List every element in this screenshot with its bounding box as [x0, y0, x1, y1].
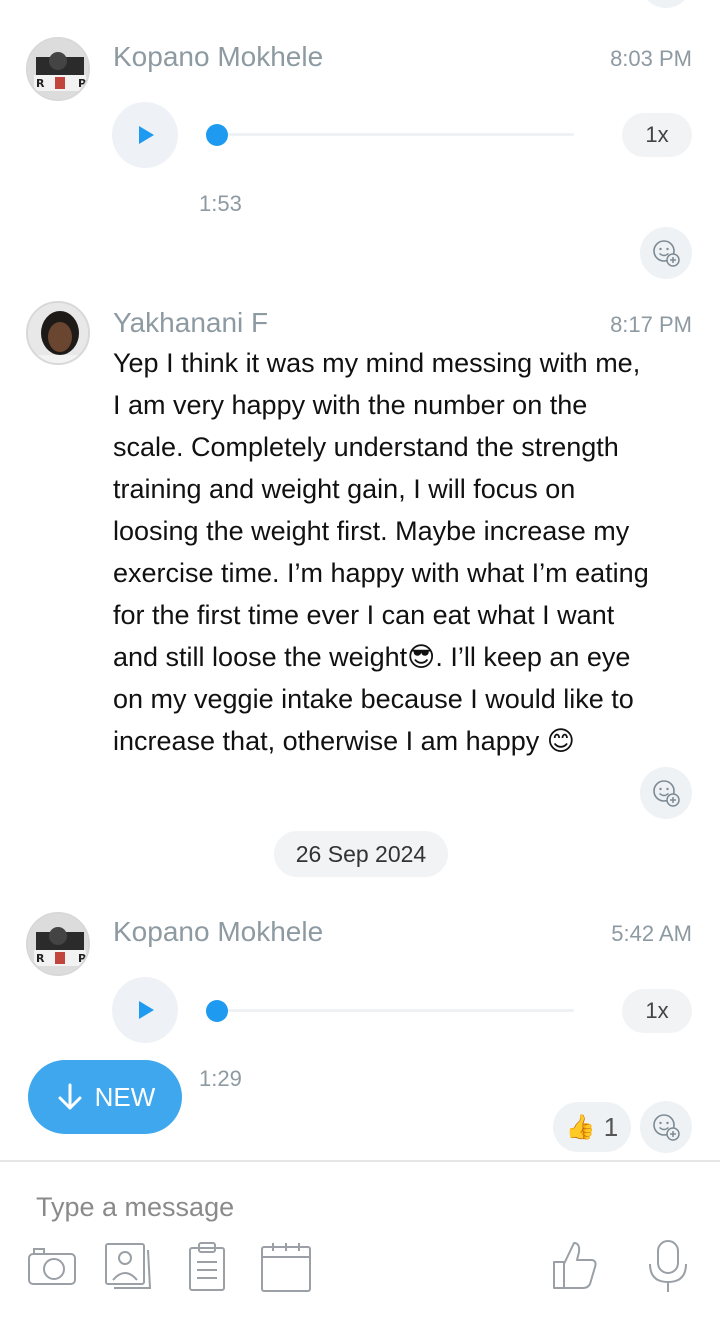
add-reaction-button[interactable] [640, 227, 692, 279]
message-text[interactable]: Yep I think it was my mind messing with … [113, 342, 678, 762]
message-line: and still loose the weight😎. I’ll keep a… [113, 642, 631, 672]
playback-speed-button[interactable]: 1x [622, 989, 692, 1033]
message-line: Yep I think it was my mind messing with … [113, 348, 641, 378]
avatar-yakhanani[interactable] [26, 301, 90, 365]
message-line: exercise time. I’m happy with what I’m e… [113, 558, 649, 588]
message-line: loosing the weight first. Maybe increase… [113, 516, 630, 546]
audio-duration: 1:29 [199, 1066, 242, 1091]
add-emoji-icon [653, 240, 680, 267]
message-line: I am very happy with the number on the [113, 390, 588, 420]
gallery-icon[interactable] [102, 1240, 154, 1292]
new-button-label: NEW [94, 1081, 156, 1112]
avatar-kopano[interactable]: R P [26, 37, 90, 101]
audio-progress-knob[interactable] [206, 1000, 228, 1022]
arrow-down-icon [58, 1083, 82, 1110]
audio-duration: 1:53 [199, 191, 242, 216]
reaction-count: 1 [603, 1111, 619, 1142]
document-icon[interactable] [182, 1240, 234, 1292]
camera-icon[interactable] [26, 1240, 78, 1292]
sender-name: Kopano Mokhele [113, 41, 324, 72]
thumbs-up-icon[interactable] [548, 1238, 600, 1290]
thumbs-up-reaction-icon: 👍 [565, 1113, 596, 1141]
play-button[interactable] [112, 102, 178, 168]
sender-name: Kopano Mokhele [113, 916, 324, 947]
audio-progress-knob[interactable] [206, 124, 228, 146]
avatar-kopano[interactable]: R P [26, 912, 90, 976]
audio-progress-track[interactable] [210, 133, 574, 136]
add-reaction-button[interactable] [640, 767, 692, 819]
composer-divider [0, 1160, 720, 1162]
message-time: 8:17 PM [610, 312, 692, 337]
message-line: on my veggie intake because I would like… [113, 684, 634, 714]
audio-progress-track[interactable] [210, 1009, 574, 1012]
play-button[interactable] [112, 977, 178, 1043]
svg-text:R: R [36, 952, 45, 965]
play-icon [139, 126, 154, 144]
reaction-pill[interactable]: 👍 1 [553, 1102, 631, 1152]
microphone-icon[interactable] [644, 1238, 696, 1292]
svg-text:R: R [36, 77, 45, 90]
message-time: 5:42 AM [611, 921, 692, 946]
message-line: scale. Completely understand the strengt… [113, 432, 619, 462]
message-line: for the first time ever I can eat what I… [113, 600, 615, 630]
svg-text:P: P [78, 77, 86, 90]
calendar-icon[interactable] [259, 1240, 311, 1292]
message-input[interactable]: Type a message [36, 1192, 676, 1223]
message-time: 8:03 PM [610, 46, 692, 71]
new-messages-button[interactable]: NEW [28, 1060, 182, 1134]
message-line: increase that, otherwise I am happy 😊 [113, 726, 575, 756]
svg-text:P: P [78, 952, 86, 965]
date-separator: 26 Sep 2024 [274, 831, 448, 877]
playback-speed-button[interactable]: 1x [622, 113, 692, 157]
message-line: training and weight gain, I will focus o… [113, 474, 576, 504]
partial-bubble [640, 0, 692, 8]
add-emoji-icon [653, 1114, 680, 1141]
add-emoji-icon [653, 780, 680, 807]
play-icon [139, 1001, 154, 1019]
add-reaction-button[interactable] [640, 1101, 692, 1153]
sender-name: Yakhanani F [113, 307, 269, 338]
